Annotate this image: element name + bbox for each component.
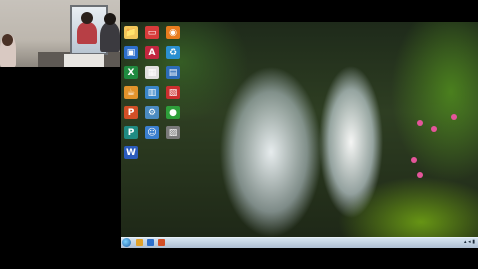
folder[interactable]: 📁	[124, 26, 138, 39]
recycle-icon[interactable]: ♻	[166, 46, 180, 59]
java-icon[interactable]: ☕	[124, 86, 138, 99]
desktop-wallpaper-waterfall: 📁 ▭ ◉ ▣ A ♻ X ▦ ▤ ☕ ▥ ▧ P ⚙ ● P ☺ ▨ W	[121, 22, 478, 247]
access-icon[interactable]: A	[145, 46, 159, 59]
flower	[417, 172, 423, 178]
laptop	[64, 54, 104, 67]
control-icon[interactable]: ▧	[166, 86, 180, 99]
media-icon[interactable]: ●	[166, 106, 180, 119]
taskbar-app-browser[interactable]	[147, 239, 154, 246]
taskbar-app-explorer[interactable]	[136, 239, 143, 246]
flower	[451, 114, 457, 120]
taskbar: ▴ ◂ ▮	[121, 237, 478, 248]
users-icon[interactable]: ☺	[145, 126, 159, 139]
publisher-icon[interactable]: P	[124, 126, 138, 139]
app-icon[interactable]: ▦	[145, 66, 159, 79]
computer-icon[interactable]: ▣	[124, 46, 138, 59]
presenter-camera-feed	[0, 0, 120, 67]
excel-icon[interactable]: X	[124, 66, 138, 79]
person-center	[77, 22, 97, 44]
network-icon[interactable]: ▭	[145, 26, 159, 39]
store-icon[interactable]: ▤	[166, 66, 180, 79]
browser-icon[interactable]: ◉	[166, 26, 180, 39]
flower	[431, 126, 437, 132]
flower	[411, 157, 417, 163]
powerpoint-icon[interactable]: P	[124, 106, 138, 119]
person-right	[100, 22, 120, 52]
person-center-head	[81, 12, 93, 24]
person-left-head	[2, 34, 13, 46]
flower	[417, 120, 423, 126]
chart-icon[interactable]: ▥	[145, 86, 159, 99]
word-icon[interactable]: W	[124, 146, 138, 159]
settings-icon[interactable]: ⚙	[145, 106, 159, 119]
person-right-head	[104, 13, 116, 25]
taskbar-app-powerpoint[interactable]	[158, 239, 165, 246]
start-button[interactable]	[122, 238, 131, 247]
system-tray[interactable]: ▴ ◂ ▮	[464, 239, 475, 245]
tool-icon[interactable]: ▨	[166, 126, 180, 139]
